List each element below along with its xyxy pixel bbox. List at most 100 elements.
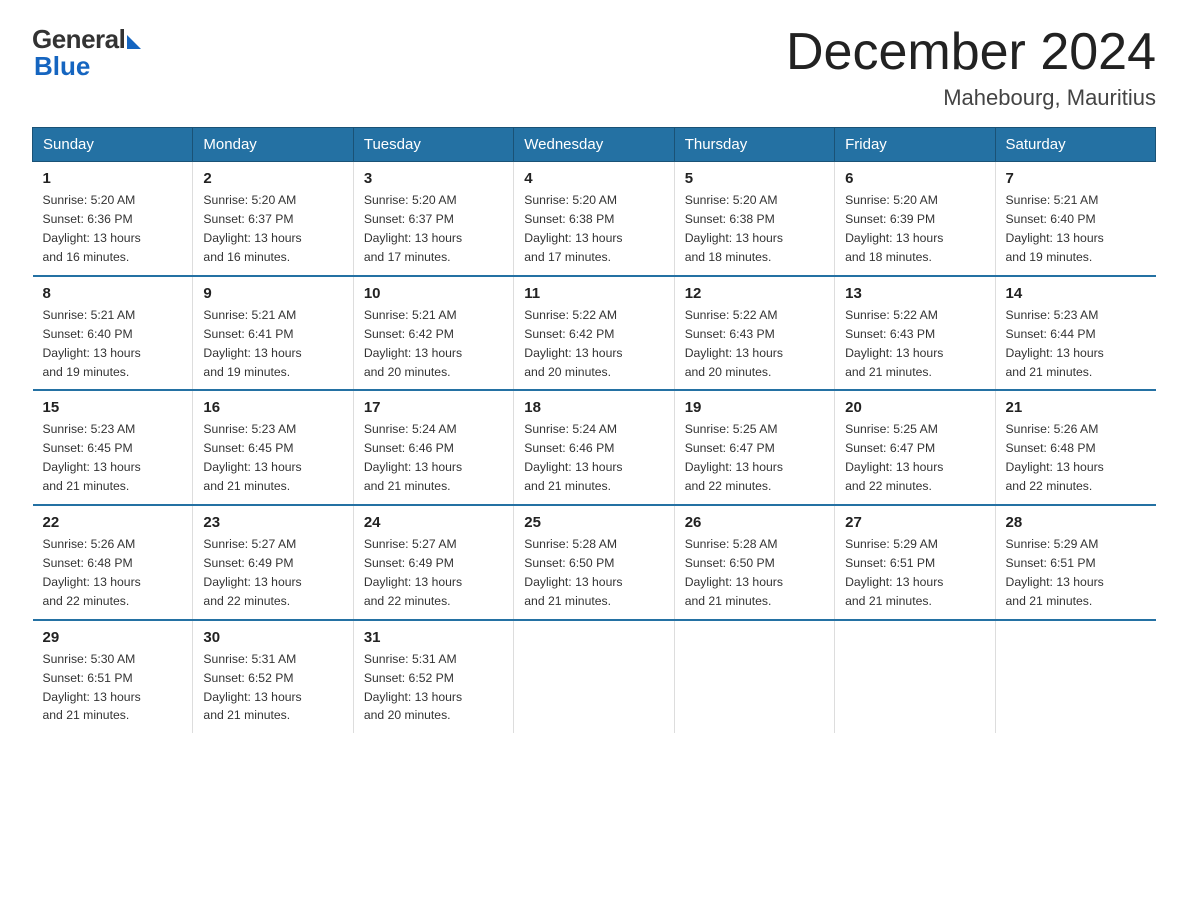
- day-number: 13: [845, 285, 984, 302]
- day-cell: 11 Sunrise: 5:22 AMSunset: 6:42 PMDaylig…: [514, 276, 674, 391]
- day-cell: 26 Sunrise: 5:28 AMSunset: 6:50 PMDaylig…: [674, 505, 834, 620]
- day-info: Sunrise: 5:24 AMSunset: 6:46 PMDaylight:…: [524, 420, 663, 496]
- day-number: 18: [524, 399, 663, 416]
- day-number: 31: [364, 629, 503, 646]
- day-info: Sunrise: 5:23 AMSunset: 6:44 PMDaylight:…: [1006, 306, 1146, 382]
- day-info: Sunrise: 5:22 AMSunset: 6:43 PMDaylight:…: [845, 306, 984, 382]
- day-cell: 1 Sunrise: 5:20 AMSunset: 6:36 PMDayligh…: [33, 162, 193, 276]
- day-cell: 10 Sunrise: 5:21 AMSunset: 6:42 PMDaylig…: [353, 276, 513, 391]
- week-row-5: 29 Sunrise: 5:30 AMSunset: 6:51 PMDaylig…: [33, 620, 1156, 734]
- day-cell: [835, 620, 995, 734]
- calendar-location: Mahebourg, Mauritius: [786, 85, 1156, 111]
- day-info: Sunrise: 5:20 AMSunset: 6:38 PMDaylight:…: [685, 191, 824, 267]
- header-sunday: Sunday: [33, 128, 193, 162]
- day-info: Sunrise: 5:29 AMSunset: 6:51 PMDaylight:…: [845, 535, 984, 611]
- day-cell: 28 Sunrise: 5:29 AMSunset: 6:51 PMDaylig…: [995, 505, 1155, 620]
- day-number: 3: [364, 170, 503, 187]
- day-cell: 30 Sunrise: 5:31 AMSunset: 6:52 PMDaylig…: [193, 620, 353, 734]
- day-info: Sunrise: 5:21 AMSunset: 6:41 PMDaylight:…: [203, 306, 342, 382]
- day-cell: 7 Sunrise: 5:21 AMSunset: 6:40 PMDayligh…: [995, 162, 1155, 276]
- day-number: 12: [685, 285, 824, 302]
- day-cell: 20 Sunrise: 5:25 AMSunset: 6:47 PMDaylig…: [835, 390, 995, 505]
- header-wednesday: Wednesday: [514, 128, 674, 162]
- day-cell: 29 Sunrise: 5:30 AMSunset: 6:51 PMDaylig…: [33, 620, 193, 734]
- day-number: 8: [43, 285, 183, 302]
- day-number: 29: [43, 629, 183, 646]
- day-info: Sunrise: 5:28 AMSunset: 6:50 PMDaylight:…: [524, 535, 663, 611]
- day-info: Sunrise: 5:21 AMSunset: 6:40 PMDaylight:…: [1006, 191, 1146, 267]
- day-info: Sunrise: 5:24 AMSunset: 6:46 PMDaylight:…: [364, 420, 503, 496]
- day-info: Sunrise: 5:27 AMSunset: 6:49 PMDaylight:…: [203, 535, 342, 611]
- day-cell: 6 Sunrise: 5:20 AMSunset: 6:39 PMDayligh…: [835, 162, 995, 276]
- day-number: 27: [845, 514, 984, 531]
- day-number: 22: [43, 514, 183, 531]
- day-number: 17: [364, 399, 503, 416]
- day-cell: 15 Sunrise: 5:23 AMSunset: 6:45 PMDaylig…: [33, 390, 193, 505]
- day-cell: 23 Sunrise: 5:27 AMSunset: 6:49 PMDaylig…: [193, 505, 353, 620]
- day-info: Sunrise: 5:26 AMSunset: 6:48 PMDaylight:…: [1006, 420, 1146, 496]
- day-info: Sunrise: 5:20 AMSunset: 6:36 PMDaylight:…: [43, 191, 183, 267]
- week-row-2: 8 Sunrise: 5:21 AMSunset: 6:40 PMDayligh…: [33, 276, 1156, 391]
- day-cell: 25 Sunrise: 5:28 AMSunset: 6:50 PMDaylig…: [514, 505, 674, 620]
- day-info: Sunrise: 5:29 AMSunset: 6:51 PMDaylight:…: [1006, 535, 1146, 611]
- calendar-title: December 2024: [786, 24, 1156, 81]
- day-cell: 18 Sunrise: 5:24 AMSunset: 6:46 PMDaylig…: [514, 390, 674, 505]
- day-cell: 16 Sunrise: 5:23 AMSunset: 6:45 PMDaylig…: [193, 390, 353, 505]
- day-number: 21: [1006, 399, 1146, 416]
- day-number: 23: [203, 514, 342, 531]
- logo: General Blue: [32, 24, 141, 82]
- day-cell: [674, 620, 834, 734]
- day-info: Sunrise: 5:25 AMSunset: 6:47 PMDaylight:…: [685, 420, 824, 496]
- header-thursday: Thursday: [674, 128, 834, 162]
- header-friday: Friday: [835, 128, 995, 162]
- day-info: Sunrise: 5:20 AMSunset: 6:37 PMDaylight:…: [203, 191, 342, 267]
- day-cell: 19 Sunrise: 5:25 AMSunset: 6:47 PMDaylig…: [674, 390, 834, 505]
- page-header: General Blue December 2024 Mahebourg, Ma…: [32, 24, 1156, 111]
- day-cell: 3 Sunrise: 5:20 AMSunset: 6:37 PMDayligh…: [353, 162, 513, 276]
- logo-blue-text: Blue: [32, 51, 90, 82]
- day-number: 2: [203, 170, 342, 187]
- day-cell: 5 Sunrise: 5:20 AMSunset: 6:38 PMDayligh…: [674, 162, 834, 276]
- week-row-4: 22 Sunrise: 5:26 AMSunset: 6:48 PMDaylig…: [33, 505, 1156, 620]
- day-info: Sunrise: 5:27 AMSunset: 6:49 PMDaylight:…: [364, 535, 503, 611]
- day-info: Sunrise: 5:20 AMSunset: 6:37 PMDaylight:…: [364, 191, 503, 267]
- header-monday: Monday: [193, 128, 353, 162]
- day-number: 11: [524, 285, 663, 302]
- day-info: Sunrise: 5:28 AMSunset: 6:50 PMDaylight:…: [685, 535, 824, 611]
- day-cell: 2 Sunrise: 5:20 AMSunset: 6:37 PMDayligh…: [193, 162, 353, 276]
- day-number: 25: [524, 514, 663, 531]
- day-info: Sunrise: 5:22 AMSunset: 6:43 PMDaylight:…: [685, 306, 824, 382]
- day-cell: 14 Sunrise: 5:23 AMSunset: 6:44 PMDaylig…: [995, 276, 1155, 391]
- day-number: 9: [203, 285, 342, 302]
- day-info: Sunrise: 5:23 AMSunset: 6:45 PMDaylight:…: [43, 420, 183, 496]
- day-cell: 27 Sunrise: 5:29 AMSunset: 6:51 PMDaylig…: [835, 505, 995, 620]
- calendar-header-row: SundayMondayTuesdayWednesdayThursdayFrid…: [33, 128, 1156, 162]
- day-info: Sunrise: 5:25 AMSunset: 6:47 PMDaylight:…: [845, 420, 984, 496]
- title-block: December 2024 Mahebourg, Mauritius: [786, 24, 1156, 111]
- day-cell: [995, 620, 1155, 734]
- day-cell: 22 Sunrise: 5:26 AMSunset: 6:48 PMDaylig…: [33, 505, 193, 620]
- calendar-table: SundayMondayTuesdayWednesdayThursdayFrid…: [32, 127, 1156, 733]
- day-cell: [514, 620, 674, 734]
- day-number: 4: [524, 170, 663, 187]
- day-number: 5: [685, 170, 824, 187]
- day-number: 15: [43, 399, 183, 416]
- day-cell: 31 Sunrise: 5:31 AMSunset: 6:52 PMDaylig…: [353, 620, 513, 734]
- day-info: Sunrise: 5:31 AMSunset: 6:52 PMDaylight:…: [203, 650, 342, 726]
- day-number: 14: [1006, 285, 1146, 302]
- logo-arrow-icon: [127, 35, 141, 49]
- day-info: Sunrise: 5:20 AMSunset: 6:38 PMDaylight:…: [524, 191, 663, 267]
- header-tuesday: Tuesday: [353, 128, 513, 162]
- day-number: 26: [685, 514, 824, 531]
- day-info: Sunrise: 5:31 AMSunset: 6:52 PMDaylight:…: [364, 650, 503, 726]
- day-info: Sunrise: 5:20 AMSunset: 6:39 PMDaylight:…: [845, 191, 984, 267]
- day-cell: 4 Sunrise: 5:20 AMSunset: 6:38 PMDayligh…: [514, 162, 674, 276]
- day-number: 7: [1006, 170, 1146, 187]
- day-cell: 12 Sunrise: 5:22 AMSunset: 6:43 PMDaylig…: [674, 276, 834, 391]
- day-number: 10: [364, 285, 503, 302]
- day-info: Sunrise: 5:26 AMSunset: 6:48 PMDaylight:…: [43, 535, 183, 611]
- day-number: 6: [845, 170, 984, 187]
- day-cell: 24 Sunrise: 5:27 AMSunset: 6:49 PMDaylig…: [353, 505, 513, 620]
- week-row-3: 15 Sunrise: 5:23 AMSunset: 6:45 PMDaylig…: [33, 390, 1156, 505]
- day-number: 1: [43, 170, 183, 187]
